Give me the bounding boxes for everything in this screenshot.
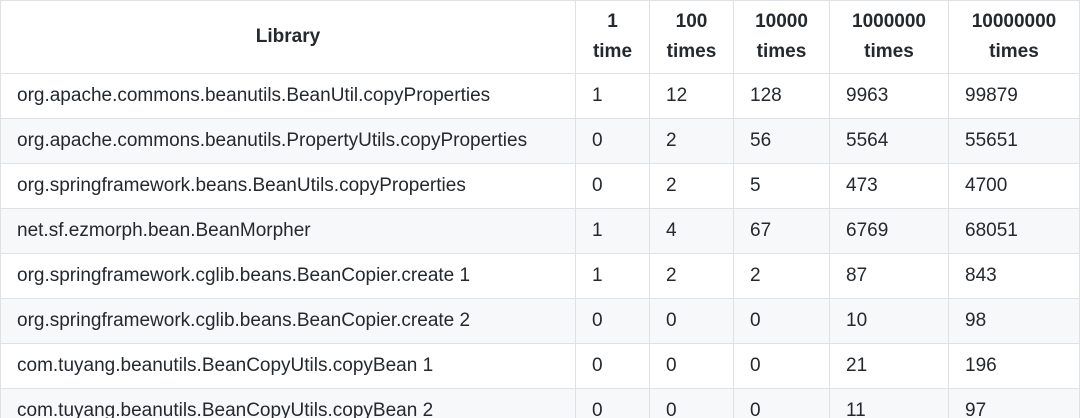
header-label-line1: 100	[675, 11, 708, 32]
table-header: Library 1 time 100 times 10000 times 100…	[0, 0, 1080, 74]
value-cell-10000-times: 5	[733, 163, 830, 209]
value-cell-10000000-times: 97	[948, 388, 1080, 418]
value-cell-10000-times: 128	[733, 73, 830, 119]
value-cell-100-times: 0	[649, 388, 734, 418]
header-label-line2: times	[864, 41, 914, 62]
value-cell-10000000-times: 843	[948, 253, 1080, 299]
value-cell-10000-times: 0	[733, 343, 830, 389]
library-cell: com.tuyang.beanutils.BeanCopyUtils.copyB…	[0, 343, 576, 389]
header-label-line1: 10000000	[971, 11, 1057, 32]
value-cell-1-time: 1	[575, 208, 650, 254]
table-row: org.springframework.beans.BeanUtils.copy…	[0, 163, 1080, 209]
library-cell: org.springframework.cglib.beans.BeanCopi…	[0, 298, 576, 344]
value-cell-10000000-times: 98	[948, 298, 1080, 344]
table-row: net.sf.ezmorph.bean.BeanMorpher 1 4 67 6…	[0, 208, 1080, 254]
value-cell-1-time: 0	[575, 388, 650, 418]
value-cell-1-time: 1	[575, 253, 650, 299]
header-label-line2: times	[756, 41, 807, 62]
value-cell-100-times: 2	[649, 253, 734, 299]
value-cell-10000-times: 2	[733, 253, 830, 299]
header-10000000-times: 10000000 times	[948, 0, 1080, 74]
library-cell: net.sf.ezmorph.bean.BeanMorpher	[0, 208, 576, 254]
header-label-line1: 10000	[755, 11, 808, 32]
header-1-time: 1 time	[575, 0, 650, 74]
table-row: org.springframework.cglib.beans.BeanCopi…	[0, 253, 1080, 299]
library-cell: com.tuyang.beanutils.BeanCopyUtils.copyB…	[0, 388, 576, 418]
value-cell-100-times: 2	[649, 163, 734, 209]
value-cell-10000000-times: 68051	[948, 208, 1080, 254]
value-cell-10000000-times: 4700	[948, 163, 1080, 209]
value-cell-10000-times: 56	[733, 118, 830, 164]
library-cell: org.apache.commons.beanutils.BeanUtil.co…	[0, 73, 576, 119]
value-cell-1000000-times: 21	[829, 343, 949, 389]
header-label-line1: 1	[607, 11, 618, 32]
value-cell-10000-times: 67	[733, 208, 830, 254]
value-cell-1000000-times: 9963	[829, 73, 949, 119]
table-row: org.apache.commons.beanutils.PropertyUti…	[0, 118, 1080, 164]
benchmark-table-container: Library 1 time 100 times 10000 times 100…	[0, 0, 1080, 418]
value-cell-1000000-times: 87	[829, 253, 949, 299]
value-cell-100-times: 0	[649, 343, 734, 389]
value-cell-100-times: 4	[649, 208, 734, 254]
table-body: org.apache.commons.beanutils.BeanUtil.co…	[0, 73, 1080, 418]
benchmark-table: Library 1 time 100 times 10000 times 100…	[0, 0, 1080, 418]
value-cell-10000-times: 0	[733, 298, 830, 344]
header-10000-times: 10000 times	[733, 0, 830, 74]
header-label-line2: times	[989, 41, 1039, 62]
library-cell: org.springframework.beans.BeanUtils.copy…	[0, 163, 576, 209]
table-row: com.tuyang.beanutils.BeanCopyUtils.copyB…	[0, 343, 1080, 389]
value-cell-10000-times: 0	[733, 388, 830, 418]
value-cell-1000000-times: 5564	[829, 118, 949, 164]
table-row: org.apache.commons.beanutils.BeanUtil.co…	[0, 73, 1080, 119]
header-100-times: 100 times	[649, 0, 734, 74]
header-label-line1: 1000000	[852, 11, 926, 32]
value-cell-1-time: 0	[575, 343, 650, 389]
header-library-label: Library	[255, 26, 321, 47]
value-cell-1-time: 0	[575, 118, 650, 164]
value-cell-10000000-times: 55651	[948, 118, 1080, 164]
value-cell-100-times: 0	[649, 298, 734, 344]
library-cell: org.apache.commons.beanutils.PropertyUti…	[0, 118, 576, 164]
value-cell-100-times: 2	[649, 118, 734, 164]
value-cell-1000000-times: 6769	[829, 208, 949, 254]
value-cell-10000000-times: 99879	[948, 73, 1080, 119]
header-1000000-times: 1000000 times	[829, 0, 949, 74]
library-cell: org.springframework.cglib.beans.BeanCopi…	[0, 253, 576, 299]
value-cell-100-times: 12	[649, 73, 734, 119]
header-library: Library	[0, 0, 576, 74]
value-cell-1000000-times: 11	[829, 388, 949, 418]
header-label-line2: times	[666, 41, 717, 62]
value-cell-1000000-times: 473	[829, 163, 949, 209]
table-row: com.tuyang.beanutils.BeanCopyUtils.copyB…	[0, 388, 1080, 418]
table-row: org.springframework.cglib.beans.BeanCopi…	[0, 298, 1080, 344]
value-cell-1-time: 1	[575, 73, 650, 119]
header-row: Library 1 time 100 times 10000 times 100…	[0, 0, 1080, 74]
value-cell-10000000-times: 196	[948, 343, 1080, 389]
value-cell-1-time: 0	[575, 163, 650, 209]
value-cell-1000000-times: 10	[829, 298, 949, 344]
value-cell-1-time: 0	[575, 298, 650, 344]
header-label-line2: time	[592, 41, 633, 62]
